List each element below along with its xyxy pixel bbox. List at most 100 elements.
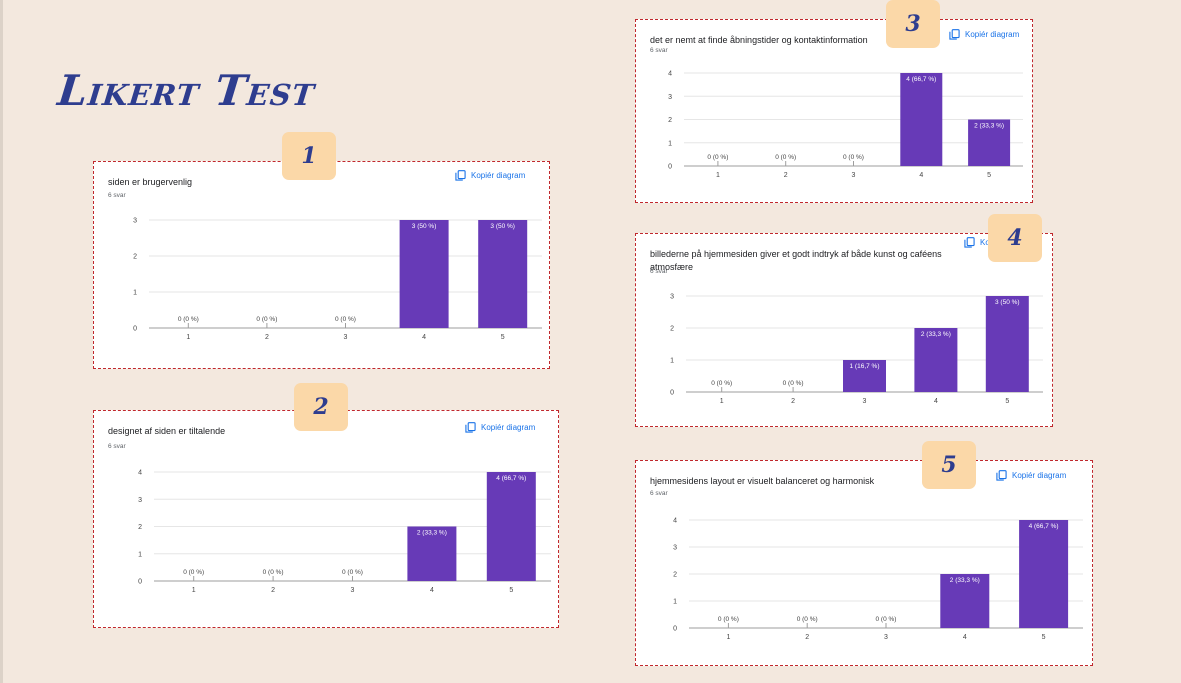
- data-label: 4 (66,7 %): [1029, 523, 1059, 530]
- data-label: 0 (0 %): [718, 616, 739, 623]
- bar: [985, 296, 1029, 392]
- copy-diagram-button[interactable]: Kopiér diagram: [949, 29, 1019, 40]
- y-tick-label: 0: [673, 626, 677, 633]
- page-left-edge: [0, 0, 3, 683]
- bar-chart: 0 1 2 3 0 (0 %) 1 0 (0 %) 2 0 (0 %) 3 3 (50 %) 4 3 (…: [133, 218, 542, 341]
- x-tick-label: 1: [726, 634, 730, 641]
- y-tick-label: 2: [133, 254, 137, 261]
- data-label: 0 (0 %): [178, 316, 199, 323]
- data-label: 0 (0 %): [775, 154, 796, 161]
- x-tick-label: 4: [934, 398, 938, 405]
- data-label: 3 (50 %): [490, 223, 515, 230]
- data-label: 0 (0 %): [263, 569, 284, 576]
- copy-icon: [949, 29, 960, 40]
- page-title: Likert Test: [55, 66, 318, 115]
- y-tick-label: 0: [670, 390, 674, 397]
- y-tick-label: 3: [668, 94, 672, 101]
- x-tick-label: 1: [192, 587, 196, 594]
- copy-diagram-label: Kopiér diagram: [965, 30, 1020, 39]
- bar-chart: 0 1 2 3 4 0 (0 %) 1 0 (0 %) 2 0 (0 %) 3 2 (33,3 %) 4…: [138, 470, 551, 594]
- copy-diagram-button[interactable]: Kopiér diagram: [996, 470, 1066, 481]
- data-label: 0 (0 %): [256, 316, 277, 323]
- copy-diagram-button[interactable]: Kopiér diagram: [465, 422, 535, 433]
- bar: [900, 73, 943, 166]
- x-tick-label: 5: [501, 334, 505, 341]
- question-number-badge: 2: [294, 383, 348, 431]
- data-label: 0 (0 %): [183, 569, 204, 576]
- y-tick-label: 3: [138, 497, 142, 504]
- data-label: 0 (0 %): [797, 616, 818, 623]
- x-tick-label: 3: [852, 172, 856, 179]
- y-tick-label: 3: [133, 218, 137, 225]
- x-tick-label: 2: [265, 334, 269, 341]
- copy-diagram-label: Kopiér diagram: [481, 423, 536, 432]
- copy-diagram-label: Kopiér diagram: [1012, 471, 1067, 480]
- data-label: 2 (33,3 %): [974, 123, 1004, 130]
- y-tick-label: 2: [670, 326, 674, 333]
- data-label: 4 (66,7 %): [496, 475, 526, 482]
- copy-icon: [964, 237, 975, 248]
- y-tick-label: 1: [673, 599, 677, 606]
- chart-card-3: det er nemt at finde åbningstider og kon…: [635, 19, 1033, 203]
- copy-icon: [996, 470, 1007, 481]
- y-tick-label: 1: [138, 551, 142, 558]
- data-label: 3 (50 %): [412, 223, 437, 230]
- x-tick-label: 5: [987, 172, 991, 179]
- copy-diagram-button[interactable]: Kopiér diagram: [455, 170, 525, 181]
- x-tick-label: 1: [720, 398, 724, 405]
- y-tick-label: 3: [673, 545, 677, 552]
- data-label: 2 (33,3 %): [417, 530, 447, 537]
- chart-card-4: billederne på hjemmesiden giver et godt …: [635, 233, 1053, 427]
- x-tick-label: 4: [963, 634, 967, 641]
- bar: [486, 472, 536, 581]
- copy-icon: [465, 422, 476, 433]
- data-label: 0 (0 %): [707, 154, 728, 161]
- y-tick-label: 0: [668, 164, 672, 171]
- bar-chart: 0 1 2 3 4 0 (0 %) 1 0 (0 %) 2 0 (0 %) 3 2 (33,3 %) 4…: [673, 518, 1083, 641]
- data-label: 2 (33,3 %): [950, 577, 980, 584]
- y-tick-label: 4: [668, 71, 672, 78]
- copy-diagram-label: Kopiér diagram: [471, 171, 526, 180]
- y-tick-label: 2: [673, 572, 677, 579]
- y-tick-label: 3: [670, 294, 674, 301]
- data-label: 2 (33,3 %): [921, 331, 951, 338]
- x-tick-label: 2: [784, 172, 788, 179]
- chart-card-1: siden er brugervenlig 6 svar 0 1 2 3 0 (0 %) 1 0…: [93, 161, 550, 369]
- x-tick-label: 4: [430, 587, 434, 594]
- x-tick-label: 4: [422, 334, 426, 341]
- bar-chart: 0 1 2 3 4 0 (0 %) 1 0 (0 %) 2 0 (0 %) 3 4 (66,7 %) 4…: [668, 71, 1023, 179]
- y-tick-label: 4: [673, 518, 677, 525]
- x-tick-label: 5: [1005, 398, 1009, 405]
- data-label: 4 (66,7 %): [906, 76, 936, 83]
- data-label: 1 (16,7 %): [850, 363, 880, 370]
- y-tick-label: 1: [670, 358, 674, 365]
- y-tick-label: 0: [133, 326, 137, 333]
- x-tick-label: 1: [186, 334, 190, 341]
- chart-card-5: hjemmesidens layout er visuelt balancere…: [635, 460, 1093, 666]
- question-number-badge: 1: [282, 132, 336, 180]
- x-tick-label: 2: [791, 398, 795, 405]
- y-tick-label: 1: [668, 140, 672, 147]
- y-tick-label: 2: [668, 117, 672, 124]
- data-label: 0 (0 %): [342, 569, 363, 576]
- x-tick-label: 3: [863, 398, 867, 405]
- bar-chart: 0 1 2 3 0 (0 %) 1 0 (0 %) 2 1 (16,7 %) 3 2 (33,3 %…: [670, 294, 1043, 405]
- y-tick-label: 1: [133, 290, 137, 297]
- x-tick-label: 2: [805, 634, 809, 641]
- y-tick-label: 2: [138, 524, 142, 531]
- y-tick-label: 4: [138, 470, 142, 477]
- question-number-badge: 4: [988, 214, 1042, 262]
- bar: [478, 220, 528, 328]
- question-number-badge: 3: [886, 0, 940, 48]
- x-tick-label: 3: [351, 587, 355, 594]
- data-label: 0 (0 %): [876, 616, 897, 623]
- bar: [399, 220, 449, 328]
- chart-card-2: designet af siden er tiltalende 6 svar 0 1 2…: [93, 410, 559, 628]
- copy-icon: [455, 170, 466, 181]
- data-label: 0 (0 %): [711, 380, 732, 387]
- y-tick-label: 0: [138, 579, 142, 586]
- x-tick-label: 5: [1042, 634, 1046, 641]
- x-tick-label: 3: [344, 334, 348, 341]
- data-label: 0 (0 %): [335, 316, 356, 323]
- x-tick-label: 3: [884, 634, 888, 641]
